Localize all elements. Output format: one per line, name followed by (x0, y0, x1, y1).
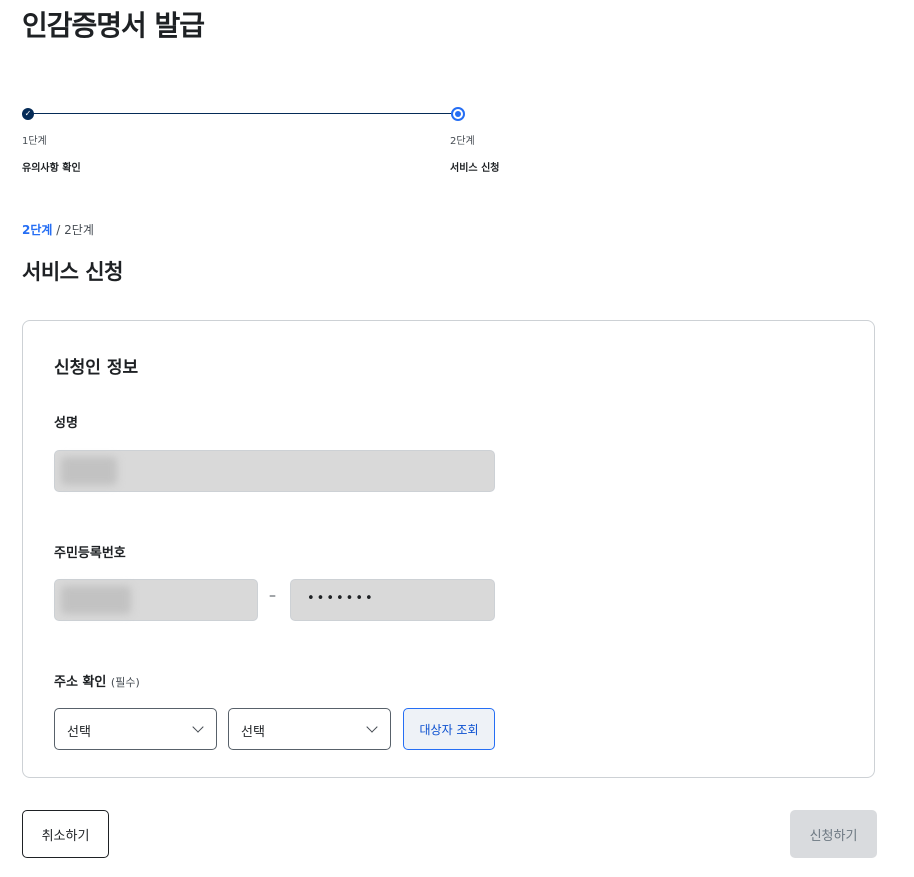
check-icon: ✓ (22, 108, 34, 120)
card-title: 신청인 정보 (54, 358, 139, 378)
step-1-name: 유의사항 확인 (22, 163, 81, 174)
rrn-back-field[interactable]: ••••••• (290, 579, 495, 621)
step-2: 2단계 서비스 신청 (450, 132, 499, 174)
name-field[interactable] (54, 450, 495, 492)
cancel-button[interactable]: 취소하기 (22, 810, 109, 858)
rrn-front-field[interactable] (54, 579, 258, 621)
stepper: ✓ 1단계 유의사항 확인 2단계 서비스 신청 (22, 106, 502, 176)
name-label: 성명 (54, 416, 78, 431)
province-select[interactable]: 선택 (54, 708, 217, 750)
chevron-down-icon (366, 721, 378, 733)
applicant-info-card: 신청인 정보 성명 주민등록번호 – ••••••• 주소 확인 (필수) 선택… (22, 320, 875, 778)
step-1: 1단계 유의사항 확인 (22, 132, 81, 174)
step-indicator-separator: / (56, 223, 61, 237)
step-indicator-current: 2단계 (22, 223, 53, 237)
step-indicator: 2단계 / 2단계 (22, 221, 94, 238)
search-target-button[interactable]: 대상자 조회 (403, 708, 495, 750)
step-indicator-total: 2단계 (64, 223, 94, 237)
address-label-text: 주소 확인 (54, 675, 107, 690)
redacted-value (61, 586, 131, 614)
rrn-separator: – (269, 588, 276, 604)
province-select-value: 선택 (67, 725, 91, 740)
submit-button[interactable]: 신청하기 (790, 810, 877, 858)
step-2-number: 2단계 (450, 136, 475, 147)
chevron-down-icon (192, 721, 204, 733)
address-label: 주소 확인 (필수) (54, 671, 140, 690)
page-title: 인감증명서 발급 (22, 9, 205, 42)
current-step-icon (451, 107, 465, 121)
section-title: 서비스 신청 (22, 260, 123, 284)
redacted-value (61, 457, 117, 485)
stepper-line (28, 113, 458, 114)
step-1-number: 1단계 (22, 136, 47, 147)
district-select[interactable]: 선택 (228, 708, 391, 750)
required-badge: (필수) (110, 676, 140, 689)
step-2-name: 서비스 신청 (450, 163, 500, 174)
district-select-value: 선택 (241, 725, 265, 740)
rrn-back-masked: ••••••• (307, 591, 375, 606)
rrn-label: 주민등록번호 (54, 546, 126, 561)
